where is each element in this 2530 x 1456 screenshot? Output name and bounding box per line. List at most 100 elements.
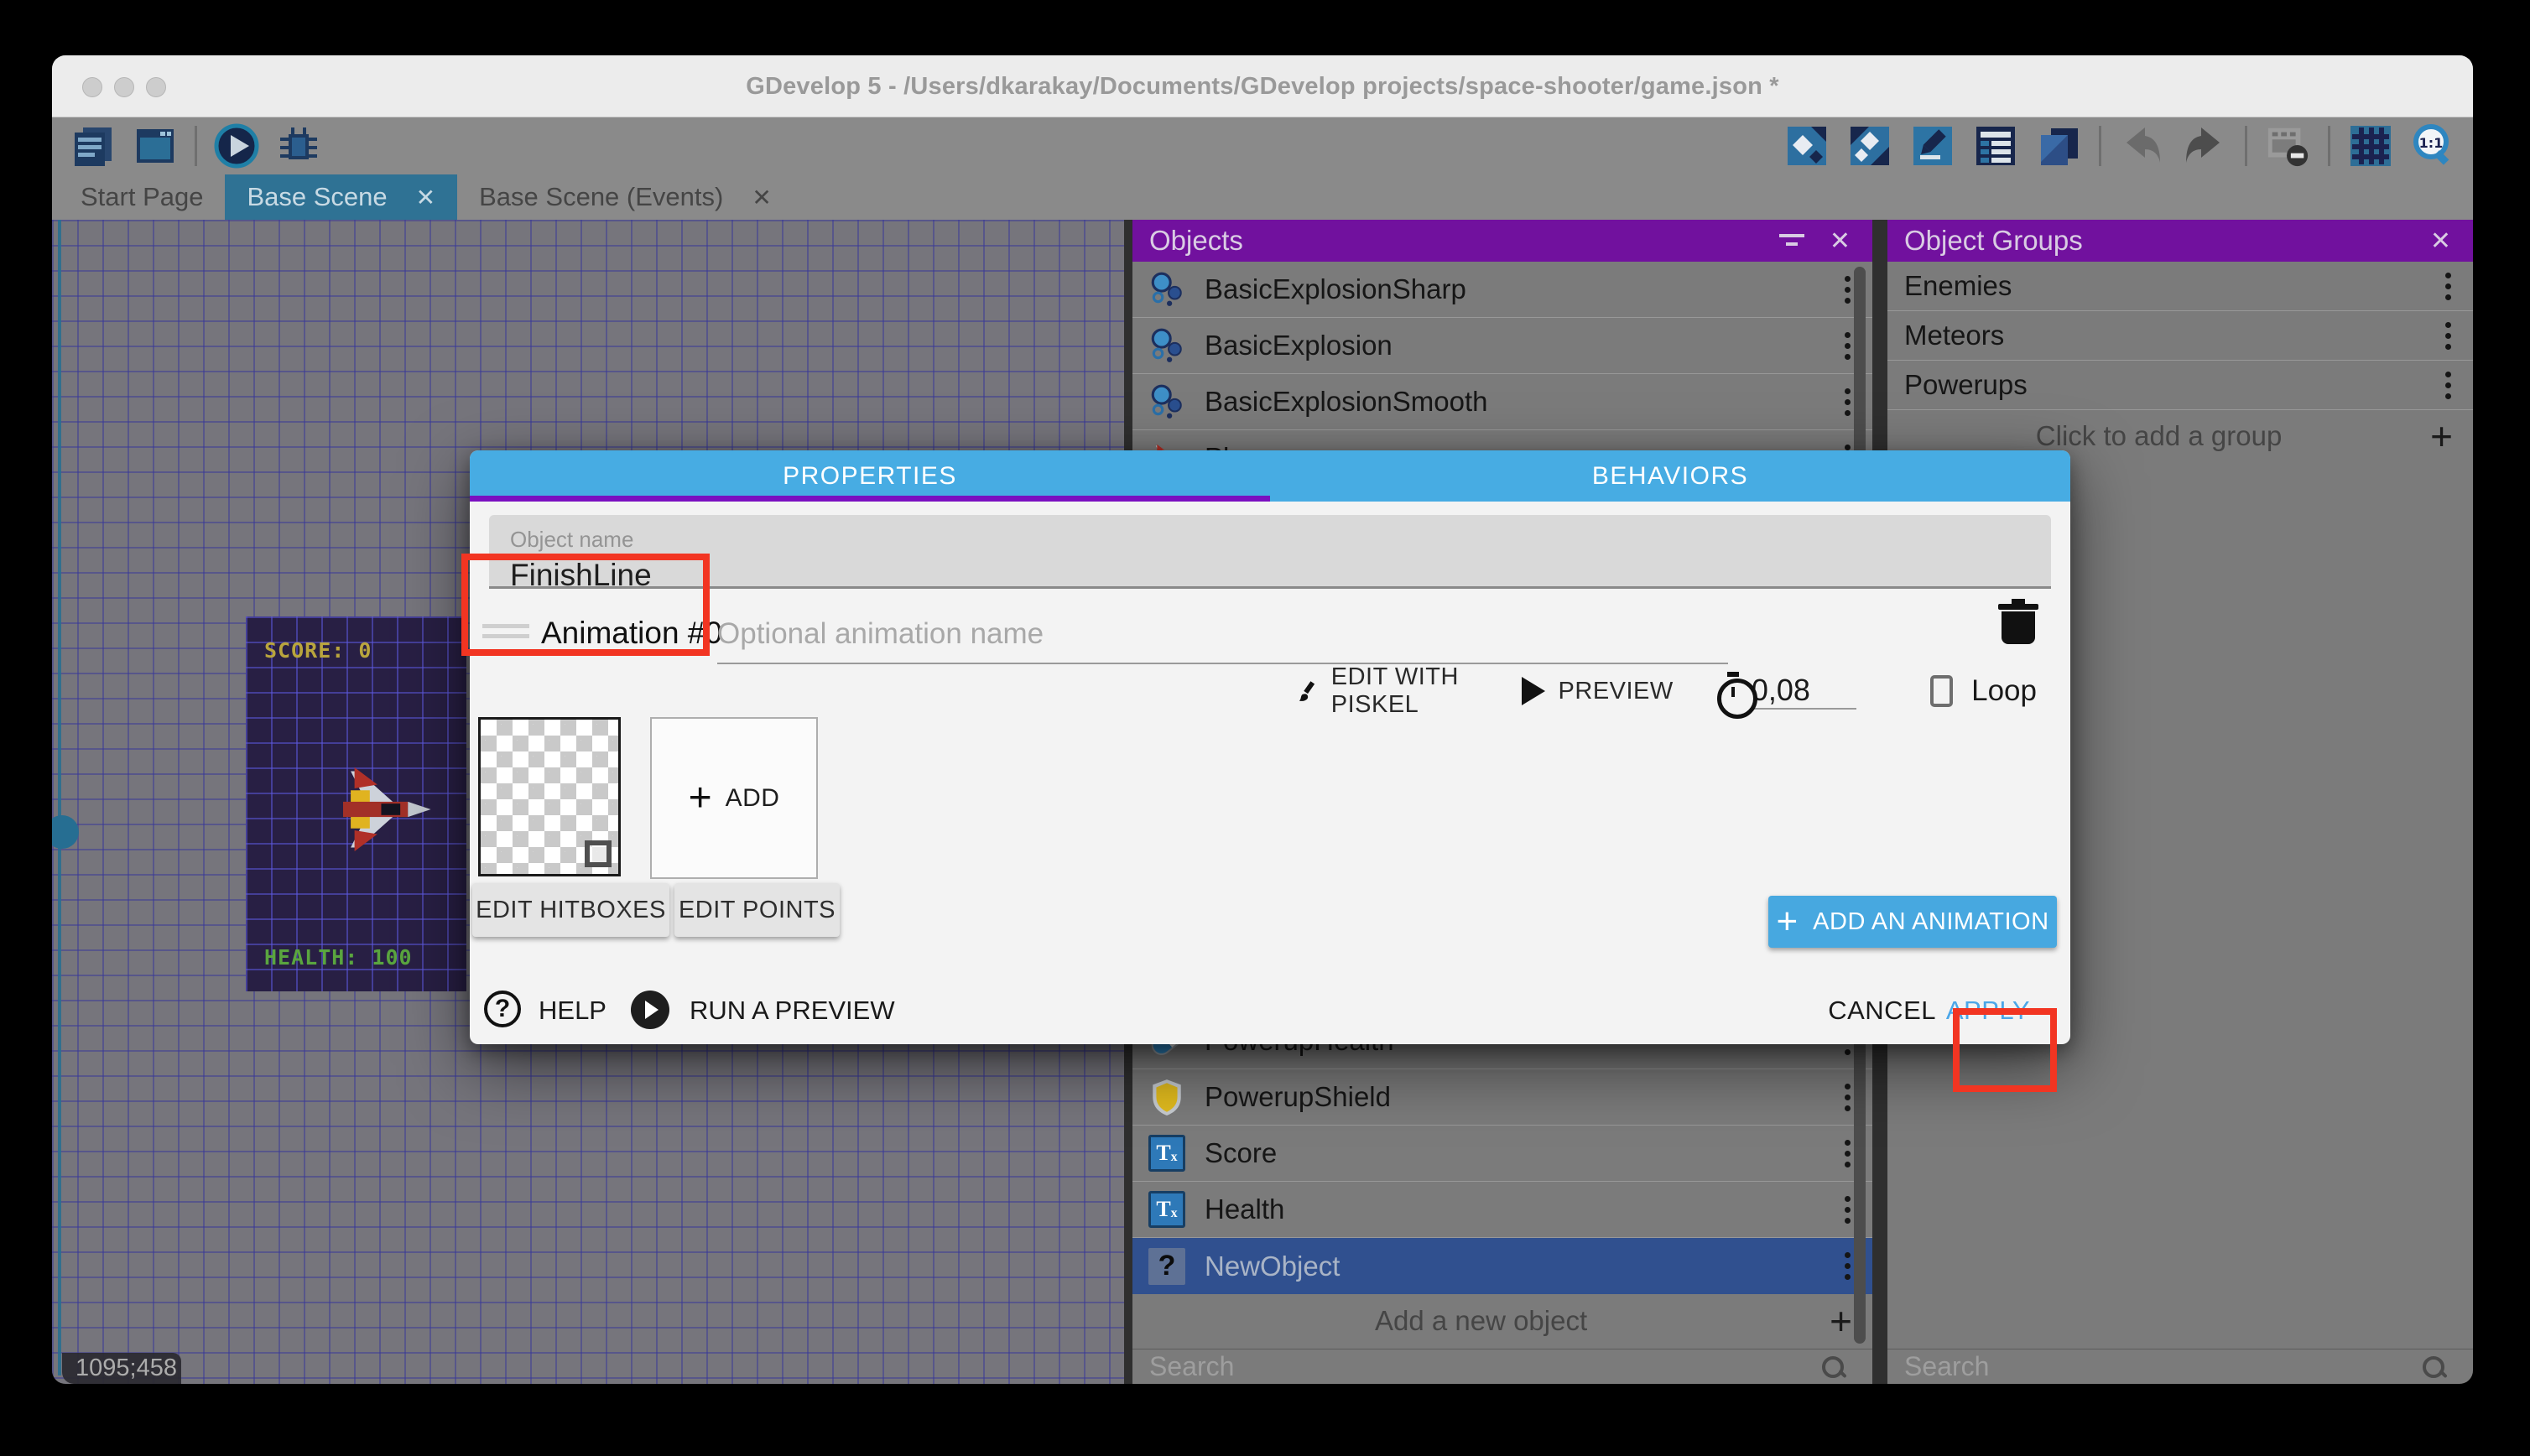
toggle-mask-icon[interactable] xyxy=(2265,123,2310,169)
object-row[interactable]: Tx Score xyxy=(1132,1126,1872,1182)
object-editor-dialog: PROPERTIES BEHAVIORS Object name FinishL… xyxy=(470,450,2070,1044)
zoom-1-1-icon[interactable]: 1:1 xyxy=(2411,123,2456,169)
toolbar-separator xyxy=(2245,126,2247,166)
frame-select-icon[interactable] xyxy=(585,840,612,867)
toggle-grid-icon[interactable] xyxy=(2348,123,2393,169)
group-row[interactable]: Powerups xyxy=(1887,361,2473,410)
animation-frame-thumbnail[interactable] xyxy=(478,717,621,876)
edit-points-button[interactable]: EDIT POINTS xyxy=(674,883,840,937)
loop-checkbox[interactable] xyxy=(1930,675,1953,707)
object-label: Health xyxy=(1205,1193,1844,1225)
objects-search-input[interactable] xyxy=(1132,1351,1822,1382)
close-panel-icon[interactable]: ✕ xyxy=(1830,226,1851,256)
svg-text:1:1: 1:1 xyxy=(2419,135,2444,151)
add-frame-label: ADD xyxy=(726,784,780,813)
undo-icon[interactable] xyxy=(2119,123,2164,169)
delete-animation-icon[interactable] xyxy=(2002,604,2035,644)
add-animation-button[interactable]: + ADD AN ANIMATION xyxy=(1768,896,2057,948)
play-preview-icon[interactable] xyxy=(214,123,259,169)
object-name-label: Object name xyxy=(510,527,2051,553)
tab-label: Base Scene (Events) xyxy=(479,182,723,212)
filter-icon[interactable] xyxy=(1779,232,1804,249)
row-menu-icon[interactable] xyxy=(1844,332,1851,360)
add-frame-button[interactable]: + ADD xyxy=(650,717,818,879)
app-window: GDevelop 5 - /Users/dkarakay/Documents/G… xyxy=(52,55,2473,1384)
plus-icon: + xyxy=(1776,903,1798,940)
main-toolbar: 1:1 xyxy=(52,117,2473,174)
object-name-value: FinishLine xyxy=(510,558,2051,593)
run-preview-icon[interactable] xyxy=(631,991,669,1029)
row-menu-icon[interactable] xyxy=(1844,276,1851,304)
row-menu-icon[interactable] xyxy=(2444,372,2451,399)
player-ship-sprite[interactable] xyxy=(326,767,444,851)
plus-icon[interactable]: + xyxy=(2430,417,2453,455)
scene-editor-icon[interactable] xyxy=(133,123,178,169)
search-icon xyxy=(1822,1356,1844,1378)
explosion-icon xyxy=(1148,326,1186,365)
layers-panel-icon[interactable] xyxy=(2036,123,2081,169)
object-label: BasicExplosionSharp xyxy=(1205,273,1844,305)
plus-icon[interactable]: + xyxy=(1830,1302,1852,1340)
hud-health-text: HEALTH: 100 xyxy=(264,945,413,970)
text-object-icon: Tx xyxy=(1148,1134,1186,1173)
tab-properties[interactable]: PROPERTIES xyxy=(470,450,1270,502)
scene-vertical-scrollbar[interactable] xyxy=(58,220,61,1375)
tab-behaviors[interactable]: BEHAVIORS xyxy=(1270,450,2070,502)
tab-base-scene[interactable]: Base Scene ✕ xyxy=(225,174,457,220)
object-row[interactable]: BasicExplosion xyxy=(1132,318,1872,374)
row-menu-icon[interactable] xyxy=(1844,1084,1851,1111)
animation-name-input[interactable]: Optional animation name xyxy=(717,617,1728,664)
project-manager-icon[interactable] xyxy=(70,123,116,169)
instances-list-panel-icon[interactable] xyxy=(1973,123,2018,169)
object-row[interactable]: PowerupShield xyxy=(1132,1069,1872,1126)
plus-icon: + xyxy=(689,778,712,819)
debug-icon[interactable] xyxy=(276,123,321,169)
object-label: BasicExplosion xyxy=(1205,330,1844,361)
objects-panel-header: Objects ✕ xyxy=(1132,220,1872,262)
group-row[interactable]: Enemies xyxy=(1887,262,2473,311)
search-icon xyxy=(2423,1356,2444,1378)
groups-search-input[interactable] xyxy=(1887,1351,2423,1382)
cancel-button[interactable]: CANCEL xyxy=(1828,996,1936,1026)
group-row[interactable]: Meteors xyxy=(1887,311,2473,361)
frame-duration-input[interactable] xyxy=(1752,673,1856,710)
row-menu-icon[interactable] xyxy=(1844,1196,1851,1224)
close-tab-icon[interactable]: ✕ xyxy=(752,184,771,211)
tab-start-page[interactable]: Start Page xyxy=(59,174,225,220)
close-panel-icon[interactable]: ✕ xyxy=(2430,226,2451,256)
add-group-label: Click to add a group xyxy=(1887,420,2430,452)
groups-search-bar xyxy=(1887,1349,2473,1384)
tab-base-scene-events[interactable]: Base Scene (Events) ✕ xyxy=(457,174,794,220)
object-name-field[interactable]: Object name FinishLine xyxy=(489,515,2051,589)
object-row[interactable]: BasicExplosionSharp xyxy=(1132,262,1872,318)
help-icon[interactable]: ? xyxy=(484,991,521,1027)
preview-button[interactable]: PREVIEW xyxy=(1559,678,1674,705)
object-groups-panel-icon[interactable] xyxy=(1847,123,1892,169)
row-menu-icon[interactable] xyxy=(1844,388,1851,416)
object-row-selected[interactable]: ? NewObject xyxy=(1132,1238,1872,1294)
objects-panel-title: Objects xyxy=(1132,225,1779,257)
object-groups-header: Object Groups ✕ xyxy=(1887,220,2473,262)
row-menu-icon[interactable] xyxy=(1844,1140,1851,1167)
tab-label: Base Scene xyxy=(247,182,387,212)
close-tab-icon[interactable]: ✕ xyxy=(416,184,435,211)
object-label: NewObject xyxy=(1205,1251,1844,1282)
edit-hitboxes-button[interactable]: EDIT HITBOXES xyxy=(472,883,669,937)
redo-icon[interactable] xyxy=(2182,123,2227,169)
properties-panel-icon[interactable] xyxy=(1910,123,1955,169)
scene-scrollbar-thumb[interactable] xyxy=(52,815,79,849)
row-menu-icon[interactable] xyxy=(2444,273,2451,300)
objects-panel-icon[interactable] xyxy=(1784,123,1830,169)
row-menu-icon[interactable] xyxy=(2444,322,2451,350)
toolbar-separator xyxy=(195,126,197,166)
edit-with-piskel-button[interactable]: EDIT WITH PISKEL xyxy=(1331,663,1475,719)
add-object-row[interactable]: Add a new object + xyxy=(1132,1295,1872,1347)
row-menu-icon[interactable] xyxy=(1844,1252,1851,1280)
game-area[interactable]: SCORE: 0 HEALTH: 100 xyxy=(246,616,466,991)
animation-tools-row: EDIT WITH PISKEL PREVIEW Loop xyxy=(1296,668,2037,715)
object-row[interactable]: Tx Health xyxy=(1132,1182,1872,1238)
help-button[interactable]: HELP xyxy=(539,996,606,1026)
object-row[interactable]: BasicExplosionSmooth xyxy=(1132,374,1872,430)
run-a-preview-button[interactable]: RUN A PREVIEW xyxy=(690,996,895,1026)
editor-tab-bar: Start Page Base Scene ✕ Base Scene (Even… xyxy=(52,174,2473,220)
